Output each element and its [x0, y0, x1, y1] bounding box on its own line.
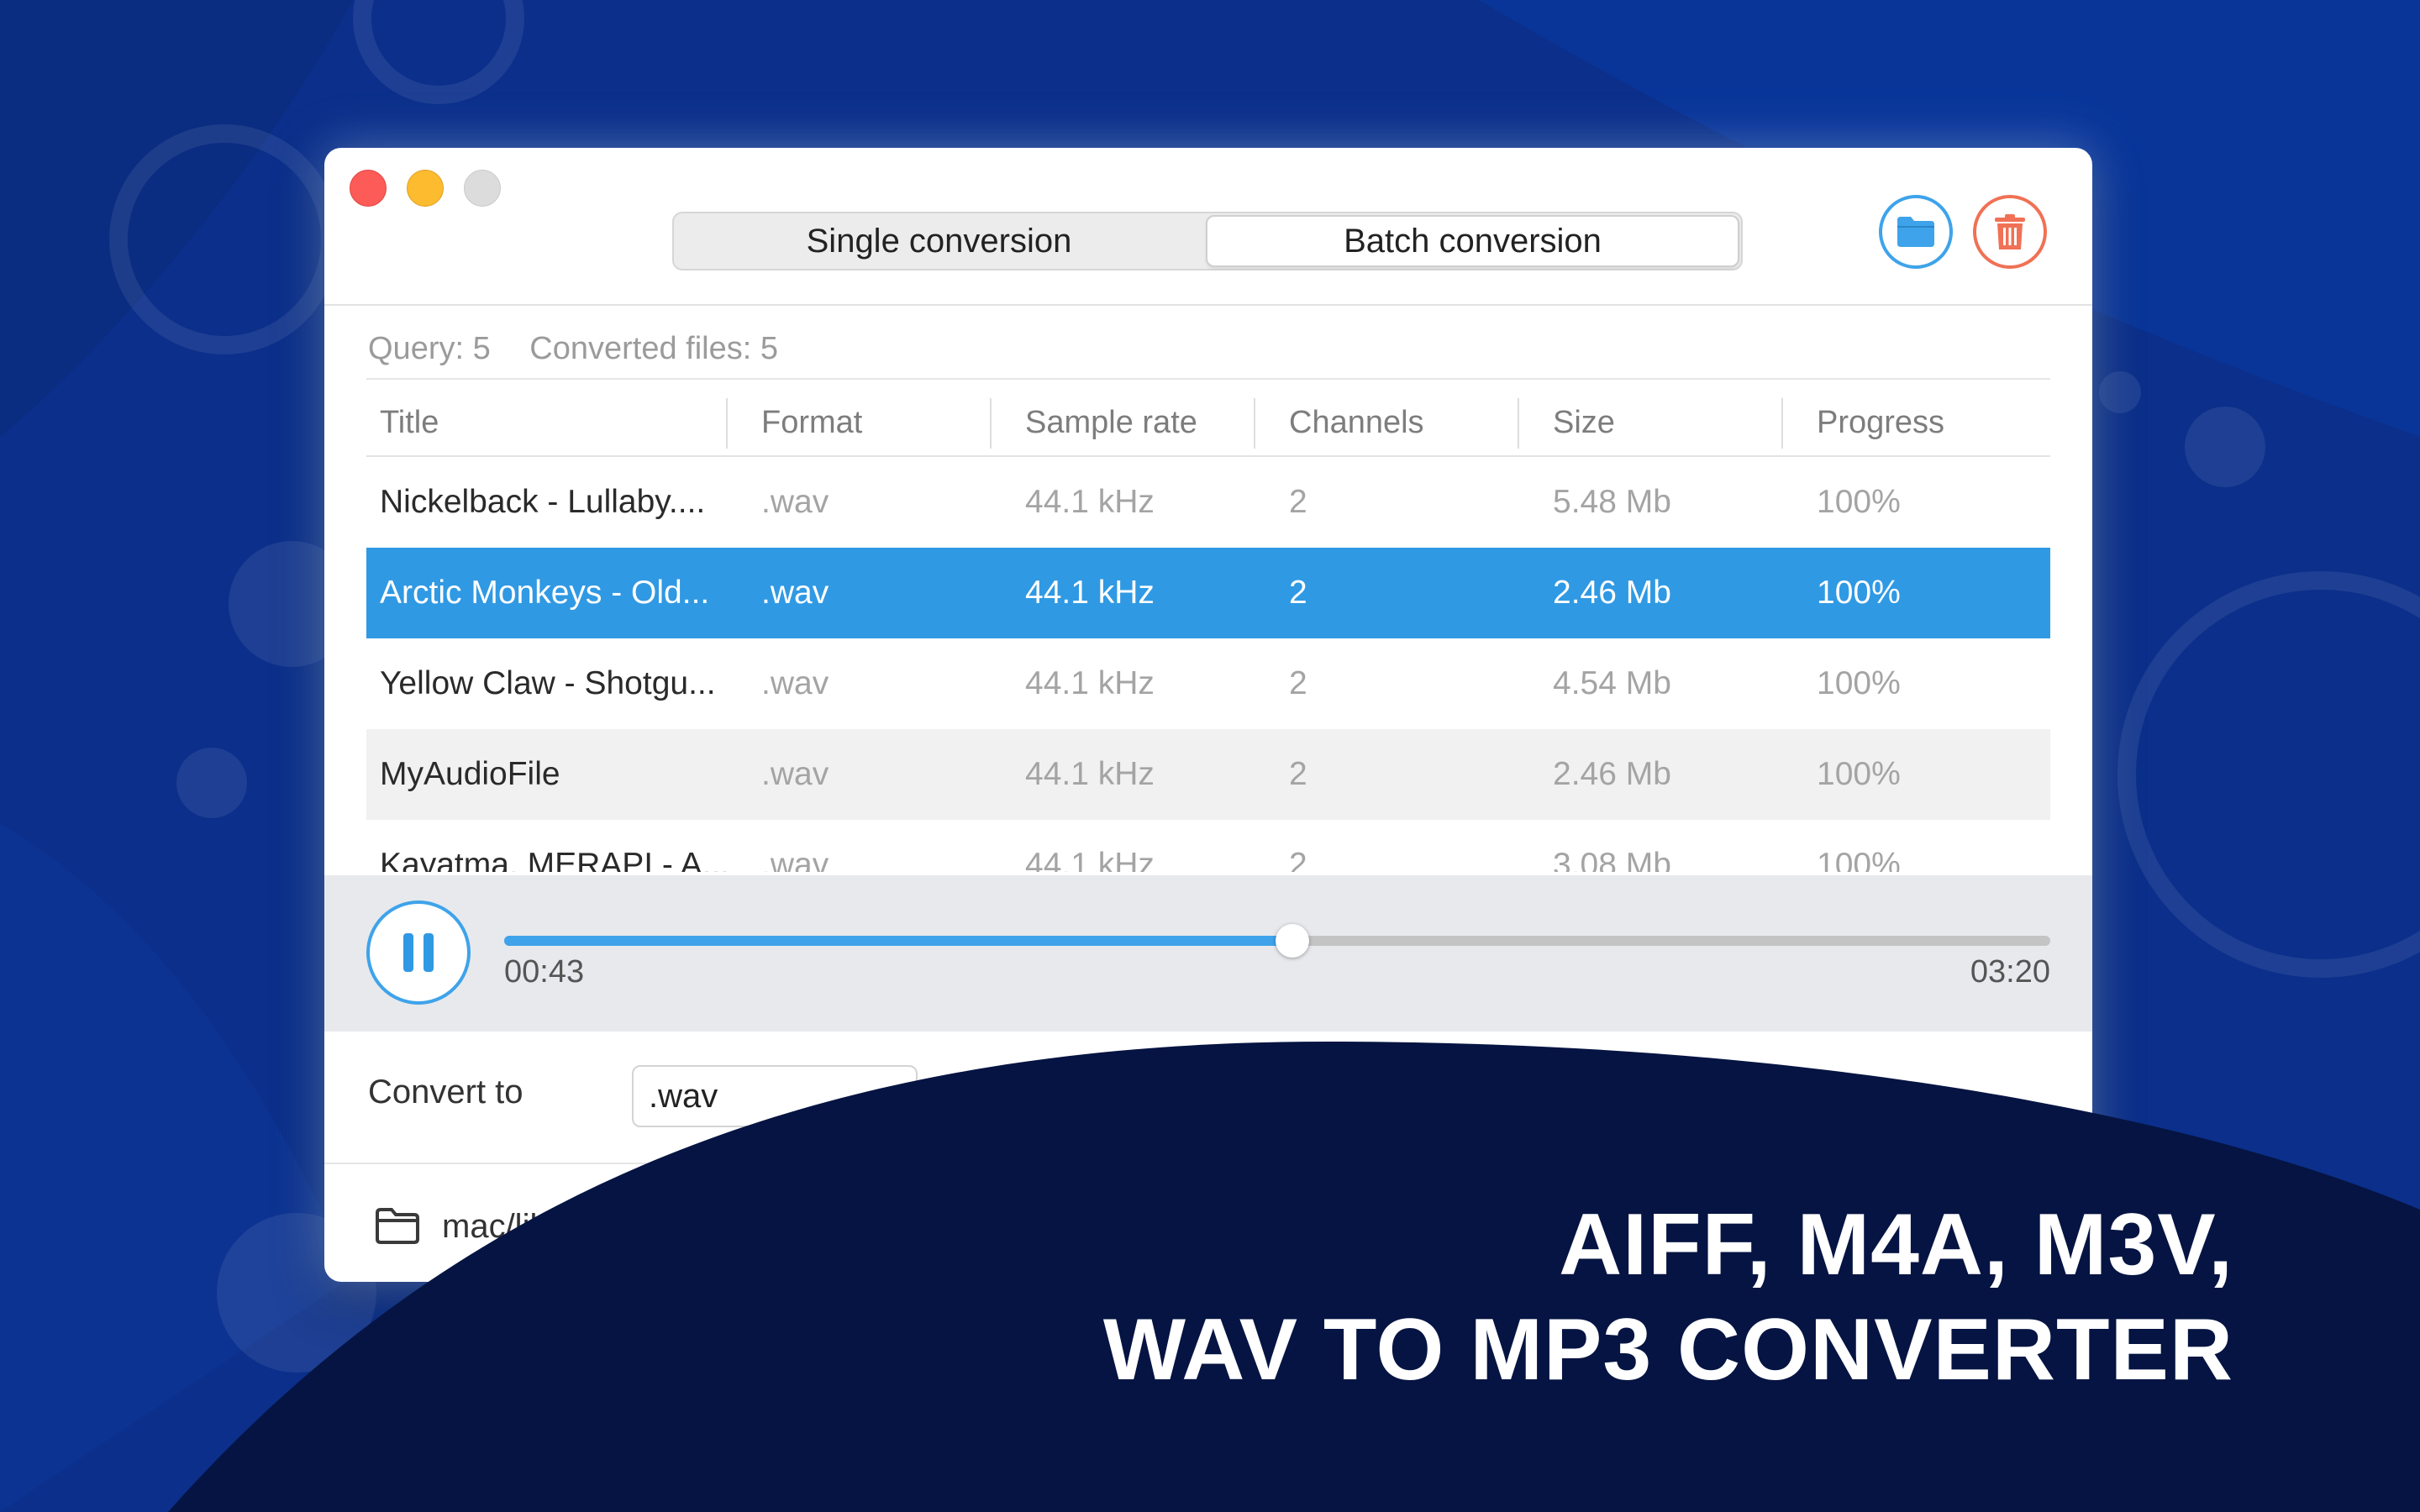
headline-line-1: AIFF, M4A, M3V, — [1559, 1196, 2233, 1294]
headline-line-2: WAV TO MP3 CONVERTER — [1102, 1301, 2233, 1399]
promo-headline: AIFF, M4A, M3V, WAV TO MP3 CONVERTER — [1103, 1193, 2233, 1403]
